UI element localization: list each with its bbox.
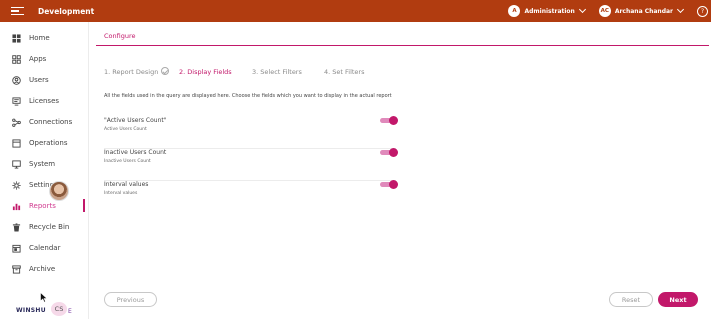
sidebar-item-reports[interactable]: Reports <box>0 196 89 216</box>
field-subtitle: Active Users Count <box>104 127 147 132</box>
sidebar-item-label: Licenses <box>29 97 60 105</box>
sidebar-item-licenses[interactable]: Licenses <box>0 91 89 111</box>
tab-underline <box>96 45 709 46</box>
sidebar-item-label: Reports <box>29 202 56 210</box>
user-avatar: AC <box>598 5 611 17</box>
bar-chart-icon <box>12 202 21 211</box>
check-circle-icon <box>161 67 170 75</box>
sidebar-item-label: Users <box>29 76 49 84</box>
sidebar-item-calendar[interactable]: Calendar <box>0 238 89 258</box>
step-report-design[interactable]: 1. Report Design <box>104 67 170 76</box>
role-label: Administration <box>524 7 575 15</box>
system-monitor-icon <box>12 159 21 169</box>
sidebar-item-archive[interactable]: Archive <box>0 259 89 279</box>
sidebar-item-label: Connections <box>29 118 73 126</box>
field-title: Inactive Users Count <box>104 149 167 156</box>
cs-badge[interactable]: CS <box>51 302 67 316</box>
home-grid-icon <box>12 33 21 43</box>
field-title: "Active Users Count" <box>104 117 167 124</box>
brand-logo: WINSHU <box>16 307 46 314</box>
sidebar-item-system[interactable]: System <box>0 154 89 174</box>
intro-text: All the fields used in the query are dis… <box>104 93 392 99</box>
sidebar-item-label: Operations <box>29 139 68 147</box>
sidebar-item-label: Calendar <box>29 244 61 252</box>
step-label: 2. Display Fields <box>179 68 232 76</box>
sidebar-item-settings[interactable]: Settings <box>0 175 89 195</box>
chevron-down-icon <box>578 5 586 14</box>
step-set-filters[interactable]: 4. Set Filters <box>324 68 365 76</box>
active-indicator <box>83 199 85 212</box>
sidebar-item-label: Recycle Bin <box>29 223 70 231</box>
field-row: "Active Users Count" Active Users Count <box>104 116 398 149</box>
archive-icon <box>12 264 21 274</box>
apps-grid-icon <box>12 54 21 64</box>
sidebar-item-recycle-bin[interactable]: Recycle Bin <box>0 217 89 237</box>
chevron-down-icon <box>676 5 685 14</box>
sidebar-item-connections[interactable]: Connections <box>0 112 89 132</box>
field-toggle[interactable] <box>380 116 398 125</box>
sidebar-item-label: Apps <box>29 55 47 63</box>
field-row: Interval values Interval values <box>104 180 398 213</box>
mouse-cursor-icon <box>40 292 48 303</box>
calendar-icon <box>12 244 21 253</box>
hamburger-menu-icon[interactable] <box>11 7 24 15</box>
trash-icon <box>12 222 21 232</box>
tab-configure[interactable]: Configure <box>104 32 136 40</box>
sidebar-item-label: Archive <box>29 265 56 273</box>
cs-badge-suffix: E <box>68 308 72 315</box>
sidebar-item-users[interactable]: Users <box>0 70 89 90</box>
operations-icon <box>12 138 21 148</box>
sidebar-item-apps[interactable]: Apps <box>0 49 89 69</box>
field-toggle[interactable] <box>380 180 398 189</box>
next-button[interactable]: Next <box>658 292 698 307</box>
app-title: Development <box>38 6 95 16</box>
step-label: 1. Report Design <box>104 68 159 76</box>
previous-button[interactable]: Previous <box>104 292 157 307</box>
user-menu[interactable]: AC Archana Chandar <box>598 5 685 17</box>
step-select-filters[interactable]: 3. Select Filters <box>252 68 302 76</box>
top-bar: Development A Administration AC Archana … <box>0 0 711 22</box>
sidebar-item-label: System <box>29 160 56 168</box>
step-label: 3. Select Filters <box>252 68 302 76</box>
step-display-fields[interactable]: 2. Display Fields <box>179 68 232 76</box>
field-title: Interval values <box>104 181 149 188</box>
field-subtitle: Inactive Users Count <box>104 159 151 164</box>
sidebar: Home Apps Users Licenses Connections Ope… <box>0 22 89 319</box>
role-switcher[interactable]: A Administration <box>508 5 586 17</box>
floating-user-avatar[interactable] <box>49 181 69 201</box>
role-avatar: A <box>508 5 521 17</box>
field-toggle[interactable] <box>380 148 398 157</box>
sidebar-item-label: Home <box>29 34 50 42</box>
connections-icon <box>12 118 21 127</box>
sidebar-item-home[interactable]: Home <box>0 28 89 48</box>
field-row: Inactive Users Count Inactive Users Coun… <box>104 148 398 181</box>
users-icon <box>12 75 21 85</box>
user-name: Archana Chandar <box>614 7 673 15</box>
license-icon <box>12 96 21 106</box>
field-subtitle: Interval values <box>104 191 138 196</box>
sidebar-item-operations[interactable]: Operations <box>0 133 89 153</box>
gear-icon <box>12 180 21 190</box>
main-content: Configure 1. Report Design 2. Display Fi… <box>89 22 711 319</box>
reset-button[interactable]: Reset <box>609 292 653 307</box>
help-icon[interactable]: ? <box>697 5 708 17</box>
step-label: 4. Set Filters <box>324 68 365 76</box>
